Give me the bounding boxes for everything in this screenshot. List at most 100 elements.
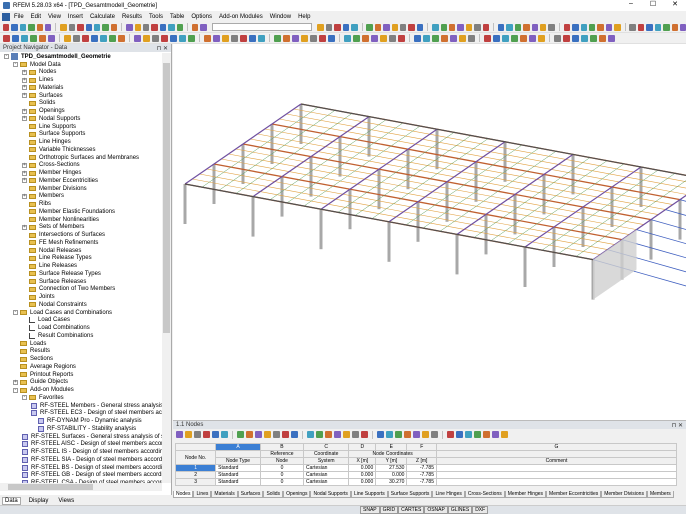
toolbar-button-icon[interactable] bbox=[161, 34, 168, 42]
cell-no[interactable]: 2 bbox=[174, 471, 217, 479]
toolbar-button-icon[interactable] bbox=[353, 34, 360, 42]
tree-item[interactable]: + Openings bbox=[0, 107, 162, 115]
toolbar-button-icon[interactable] bbox=[459, 34, 466, 42]
toolbar-button-icon[interactable] bbox=[93, 23, 101, 31]
tree-item[interactable]: Result Combinations bbox=[0, 332, 162, 340]
toolbar-button-icon[interactable] bbox=[204, 34, 211, 42]
toolbar-button-icon[interactable] bbox=[468, 34, 475, 42]
toolbar-button-icon[interactable] bbox=[400, 23, 407, 31]
cell-no[interactable]: 1 bbox=[174, 464, 217, 472]
tree-item[interactable]: Intersections of Surfaces bbox=[0, 231, 162, 239]
sheet-tab-nodal-supports[interactable]: Nodal Supports bbox=[310, 491, 351, 498]
minimize-button[interactable]: – bbox=[620, 0, 642, 8]
toolbar-button-icon[interactable] bbox=[316, 431, 323, 438]
toolbar-button-icon[interactable] bbox=[246, 431, 253, 438]
toolbar-button-icon[interactable] bbox=[450, 34, 457, 42]
toolbar-button-icon[interactable] bbox=[614, 23, 621, 31]
tree-item[interactable]: Variable Thicknesses bbox=[0, 146, 162, 154]
table-pin-close[interactable]: ⊓ ✕ bbox=[672, 422, 683, 429]
sheet-tab-members[interactable]: Members bbox=[646, 491, 674, 498]
toolbar-button-icon[interactable] bbox=[100, 34, 107, 42]
cell-x[interactable]: 0.000 bbox=[348, 478, 377, 486]
tree-item[interactable]: + Nodal Supports bbox=[0, 115, 162, 123]
toolbar-button-icon[interactable] bbox=[152, 34, 159, 42]
toolbar-button-icon[interactable] bbox=[60, 23, 67, 31]
toolbar-button-icon[interactable] bbox=[3, 34, 10, 42]
expand-icon[interactable]: + bbox=[22, 178, 27, 184]
toolbar-button-icon[interactable] bbox=[474, 23, 481, 31]
close-button[interactable]: ✕ bbox=[664, 0, 686, 8]
menu-edit[interactable]: Edit bbox=[31, 14, 41, 20]
toolbar-button-icon[interactable] bbox=[176, 431, 183, 438]
tree-item[interactable]: + Materials bbox=[0, 84, 162, 92]
toolbar-button-icon[interactable] bbox=[554, 34, 561, 42]
tree-item[interactable]: Connection of Two Members bbox=[0, 286, 162, 294]
col-E[interactable]: E bbox=[375, 443, 408, 451]
toolbar-button-icon[interactable] bbox=[273, 431, 280, 438]
toolbar-button-icon[interactable] bbox=[191, 23, 199, 31]
menu-help[interactable]: Help bbox=[298, 14, 310, 20]
toolbar-button-icon[interactable] bbox=[391, 23, 399, 31]
toolbar-button-icon[interactable] bbox=[134, 23, 141, 31]
menu-results[interactable]: Results bbox=[122, 14, 142, 20]
col-B[interactable]: B bbox=[259, 443, 305, 451]
tree-item[interactable]: Solids bbox=[0, 100, 162, 108]
expand-icon[interactable]: + bbox=[22, 77, 27, 83]
toolbar-button-icon[interactable] bbox=[465, 23, 473, 31]
toolbar-button-icon[interactable] bbox=[310, 34, 317, 42]
nav-tab-views[interactable]: Views bbox=[56, 498, 76, 504]
tree-item[interactable]: - Favorites bbox=[0, 394, 162, 402]
load-case-combo[interactable] bbox=[211, 23, 313, 31]
toolbar-button-icon[interactable] bbox=[343, 431, 350, 438]
toolbar-button-icon[interactable] bbox=[377, 431, 384, 438]
tree-item[interactable]: Line Releases bbox=[0, 262, 162, 270]
table-vertical-scrollbar[interactable] bbox=[678, 443, 686, 487]
toolbar-button-icon[interactable] bbox=[380, 34, 387, 42]
sheet-tab-nodes[interactable]: Nodes bbox=[173, 491, 194, 498]
collapse-icon[interactable]: - bbox=[13, 310, 18, 316]
cell-z[interactable]: -7.785 bbox=[406, 471, 437, 479]
toolbar-button-icon[interactable] bbox=[344, 34, 351, 42]
document-icon[interactable] bbox=[2, 12, 10, 21]
toolbar-button-icon[interactable] bbox=[194, 431, 201, 438]
collapse-icon[interactable]: - bbox=[13, 387, 18, 393]
3d-model-viewport[interactable] bbox=[173, 44, 686, 420]
toolbar-button-icon[interactable] bbox=[212, 431, 219, 438]
toolbar-button-icon[interactable] bbox=[449, 23, 456, 31]
toolbar-button-icon[interactable] bbox=[374, 23, 382, 31]
menu-insert[interactable]: Insert bbox=[68, 14, 83, 20]
toolbar-button-icon[interactable] bbox=[414, 34, 421, 42]
toolbar-button-icon[interactable] bbox=[366, 23, 373, 31]
tree-item[interactable]: RF-STEEL EC3 - Design of steel members a… bbox=[0, 410, 162, 418]
toolbar-button-icon[interactable] bbox=[511, 34, 518, 42]
collapse-icon[interactable]: - bbox=[4, 54, 9, 60]
toolbar-button-icon[interactable] bbox=[646, 23, 653, 31]
toolbar-button-icon[interactable] bbox=[85, 23, 92, 31]
tree-item[interactable]: Load Cases bbox=[0, 317, 162, 325]
tree-item[interactable]: Surface Release Types bbox=[0, 270, 162, 278]
toolbar-button-icon[interactable] bbox=[440, 23, 447, 31]
toolbar-button-icon[interactable] bbox=[395, 431, 402, 438]
tree-item[interactable]: RF-STEEL BS - Design of steel members ac… bbox=[0, 464, 162, 472]
cell-sys[interactable]: Cartesian bbox=[303, 478, 350, 486]
tree-item[interactable]: Member Nonlinearities bbox=[0, 216, 162, 224]
menu-options[interactable]: Options bbox=[191, 14, 212, 20]
tree-item[interactable]: + Cross-Sections bbox=[0, 162, 162, 170]
cell-no[interactable]: 3 bbox=[174, 478, 217, 486]
collapse-icon[interactable]: - bbox=[22, 395, 27, 401]
cell-comment[interactable] bbox=[436, 471, 677, 479]
tree-item[interactable]: + Member Eccentricities bbox=[0, 177, 162, 185]
cell-type[interactable]: Standard bbox=[215, 478, 261, 486]
tree-item[interactable]: Member Divisions bbox=[0, 185, 162, 193]
tree-item[interactable]: Member Elastic Foundations bbox=[0, 208, 162, 216]
toolbar-button-icon[interactable] bbox=[45, 23, 52, 31]
tree-item[interactable]: Orthotropic Surfaces and Membranes bbox=[0, 154, 162, 162]
toolbar-button-icon[interactable] bbox=[325, 23, 333, 31]
toolbar-button-icon[interactable] bbox=[222, 34, 229, 42]
col-C[interactable]: C bbox=[303, 443, 350, 451]
col-G[interactable]: G bbox=[436, 443, 677, 451]
toolbar-button-icon[interactable] bbox=[328, 34, 335, 42]
toolbar-button-icon[interactable] bbox=[351, 23, 358, 31]
tree-item[interactable]: FE Mesh Refinements bbox=[0, 239, 162, 247]
navigator-pin-close[interactable]: ⊓ ✕ bbox=[157, 45, 168, 52]
